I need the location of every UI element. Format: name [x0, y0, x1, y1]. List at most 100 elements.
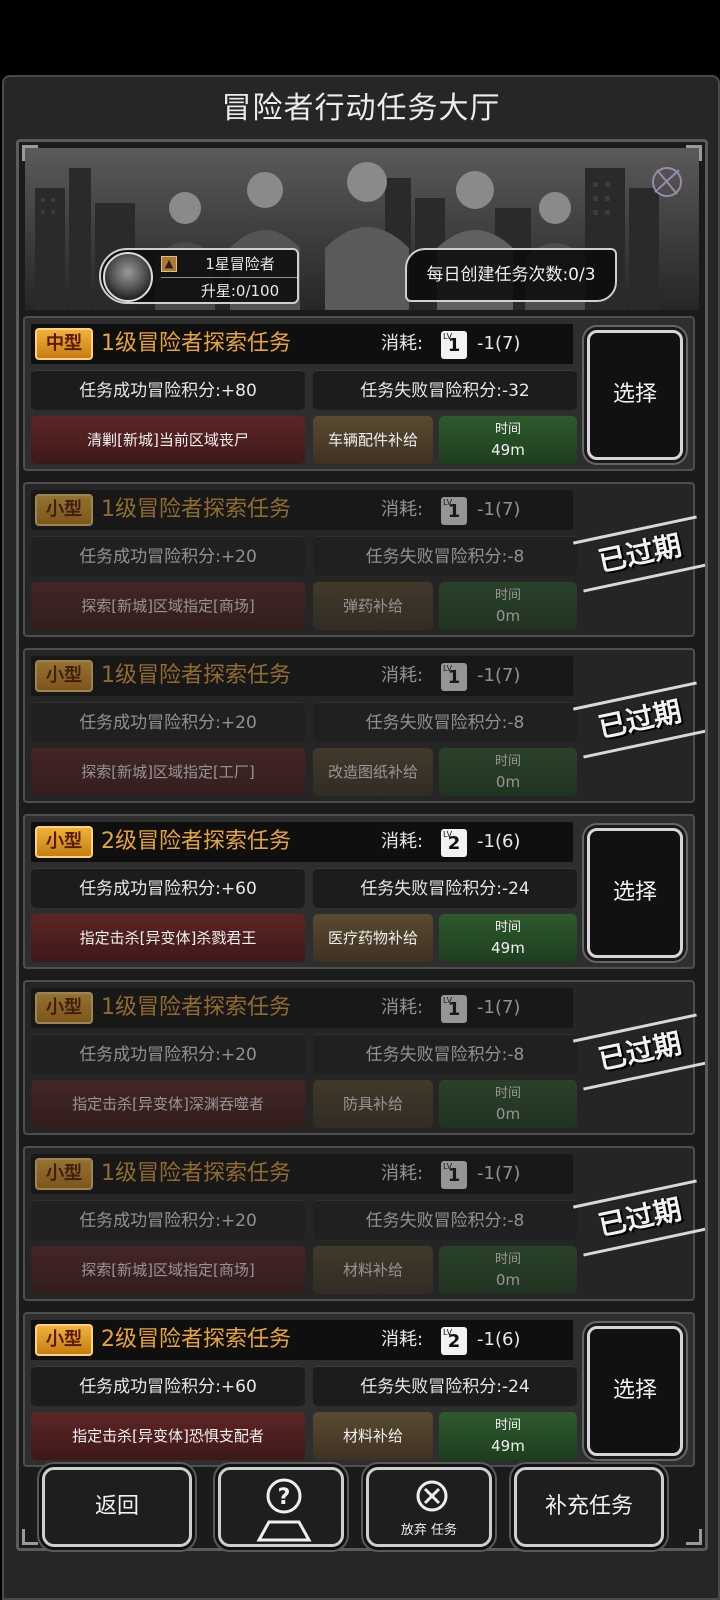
task-card: 小型 1级冒险者探索任务 消耗: LV 1 -1(7) 任务成功冒险积分:+20 任务失败冒险…: [23, 980, 695, 1135]
task-name: 1级冒险者探索任务: [101, 995, 291, 1020]
task-hall-panel: 冒险者行动任务大厅 ▲ 1星冒险者 升星:0/100 每日创建任务次数:0/3 …: [2, 75, 720, 1600]
task-card: 小型 1级冒险者探索任务 消耗: LV 1 -1(7) 任务成功冒险积分:+20 任务失败冒险…: [23, 1146, 695, 1301]
task-time: 时间 49m: [439, 914, 577, 962]
time-label: 时间: [494, 588, 521, 603]
task-size-tag: 小型: [35, 660, 93, 692]
player-rank-card[interactable]: ▲ 1星冒险者 升星:0/100: [99, 248, 299, 304]
level-card-icon: LV 1: [441, 331, 467, 359]
expired-stamp: 已过期: [582, 1185, 699, 1251]
select-task-button[interactable]: 选择: [587, 330, 683, 460]
task-target: 清剿[新城]当前区域丧尸: [31, 416, 305, 464]
task-header: 中型 1级冒险者探索任务 消耗: LV 1 -1(7): [31, 324, 573, 364]
rank-arrow-icon: ▲: [161, 256, 177, 272]
frame-corner: [22, 1529, 38, 1545]
task-header: 小型 1级冒险者探索任务 消耗: LV 1 -1(7): [31, 490, 573, 530]
cost-value: -1(6): [477, 1329, 521, 1350]
time-label: 时间: [494, 1418, 521, 1433]
expired-stamp: 已过期: [582, 1019, 699, 1085]
back-label: 返回: [94, 1494, 139, 1519]
cost-label: 消耗:: [381, 1163, 424, 1184]
task-size-tag: 中型: [35, 328, 93, 360]
task-name: 1级冒险者探索任务: [101, 331, 291, 356]
cost-value: -1(7): [477, 499, 521, 520]
fail-points: 任务失败冒险积分:-8: [313, 536, 577, 576]
task-reward: 医疗药物补给: [313, 914, 433, 962]
task-reward: 材料补给: [313, 1412, 433, 1460]
success-points: 任务成功冒险积分:+20: [31, 536, 305, 576]
time-value: 49m: [491, 1437, 525, 1455]
time-value: 49m: [491, 939, 525, 957]
task-target: 指定击杀[异变体]杀戮君王: [31, 914, 305, 962]
task-time: 时间 0m: [439, 748, 577, 796]
time-value: 49m: [491, 441, 525, 459]
refill-task-button[interactable]: 补充任务: [514, 1467, 664, 1547]
level-card-icon: LV 1: [441, 1161, 467, 1189]
fail-points: 任务失败冒险积分:-24: [313, 1366, 577, 1406]
task-name: 1级冒险者探索任务: [101, 1161, 291, 1186]
adventurer-banner: ▲ 1星冒险者 升星:0/100 每日创建任务次数:0/3: [25, 148, 699, 310]
task-header: 小型 1级冒险者探索任务 消耗: LV 1 -1(7): [31, 1154, 573, 1194]
level-card-icon: LV 1: [441, 995, 467, 1023]
abandon-label: 放弃 任务: [400, 1523, 458, 1538]
time-label: 时间: [494, 754, 521, 769]
abandon-task-button[interactable]: 放弃 任务: [366, 1467, 492, 1547]
task-card: 小型 1级冒险者探索任务 消耗: LV 1 -1(7) 任务成功冒险积分:+20 任务失败冒险…: [23, 648, 695, 803]
task-size-tag: 小型: [35, 826, 93, 858]
frame-corner: [22, 145, 38, 161]
refill-label: 补充任务: [544, 1494, 633, 1519]
task-name: 1级冒险者探索任务: [101, 497, 291, 522]
task-time: 时间 49m: [439, 1412, 577, 1460]
select-task-button[interactable]: 选择: [587, 828, 683, 958]
task-target: 指定击杀[异变体]恐惧支配者: [31, 1412, 305, 1460]
cost-value: -1(7): [477, 997, 521, 1018]
task-size-tag: 小型: [35, 992, 93, 1024]
task-time: 时间 0m: [439, 1080, 577, 1128]
level-card-icon: LV 1: [441, 497, 467, 525]
task-time: 时间 49m: [439, 416, 577, 464]
time-label: 时间: [494, 422, 521, 437]
rank-progress: 升星:0/100: [200, 282, 280, 300]
level-card-icon: LV 2: [441, 829, 467, 857]
select-task-button[interactable]: 选择: [587, 1326, 683, 1456]
task-size-tag: 小型: [35, 1158, 93, 1190]
cost-label: 消耗:: [381, 665, 424, 686]
level-card-icon: LV 2: [441, 1327, 467, 1355]
task-reward: 防具补给: [313, 1080, 433, 1128]
task-list-frame: ▲ 1星冒险者 升星:0/100 每日创建任务次数:0/3 中型 1级冒险者探索任…: [16, 139, 708, 1551]
cost-label: 消耗:: [381, 333, 424, 354]
frame-corner: [686, 145, 702, 161]
task-size-tag: 小型: [35, 494, 93, 526]
cost-value: -1(7): [477, 1163, 521, 1184]
svg-text:?: ?: [278, 1485, 291, 1510]
cost-label: 消耗:: [381, 831, 424, 852]
success-points: 任务成功冒险积分:+20: [31, 1200, 305, 1240]
time-value: 0m: [495, 1271, 521, 1289]
level-card-icon: LV 1: [441, 663, 467, 691]
rank-divider: [161, 277, 297, 278]
fail-points: 任务失败冒险积分:-32: [313, 370, 577, 410]
back-button[interactable]: 返回: [42, 1467, 192, 1547]
task-card: 小型 2级冒险者探索任务 消耗: LV 2 -1(6) 任务成功冒险积分:+60 任务失败冒险…: [23, 814, 695, 969]
expired-stamp: 已过期: [582, 687, 699, 753]
question-map-icon: ?: [221, 1474, 341, 1542]
page-title: 冒险者行动任务大厅: [221, 91, 501, 126]
time-label: 时间: [494, 1086, 521, 1101]
task-header: 小型 2级冒险者探索任务 消耗: LV 2 -1(6): [31, 1320, 573, 1360]
time-label: 时间: [494, 920, 521, 935]
task-time: 时间 0m: [439, 582, 577, 630]
cost-label: 消耗:: [381, 1329, 424, 1350]
task-name: 2级冒险者探索任务: [101, 1327, 291, 1352]
expired-stamp: 已过期: [582, 521, 699, 587]
cost-value: -1(7): [477, 665, 521, 686]
task-reward: 材料补给: [313, 1246, 433, 1294]
success-points: 任务成功冒险积分:+20: [31, 702, 305, 742]
help-button[interactable]: ?: [218, 1467, 344, 1547]
task-name: 1级冒险者探索任务: [101, 663, 291, 688]
task-target: 探索[新城]区域指定[工厂]: [31, 748, 305, 796]
avatar[interactable]: [103, 252, 153, 302]
task-header: 小型 2级冒险者探索任务 消耗: LV 2 -1(6): [31, 822, 573, 862]
task-name: 2级冒险者探索任务: [101, 829, 291, 854]
task-target: 指定击杀[异变体]深渊吞噬者: [31, 1080, 305, 1128]
task-size-tag: 小型: [35, 1324, 93, 1356]
fail-points: 任务失败冒险积分:-8: [313, 1200, 577, 1240]
